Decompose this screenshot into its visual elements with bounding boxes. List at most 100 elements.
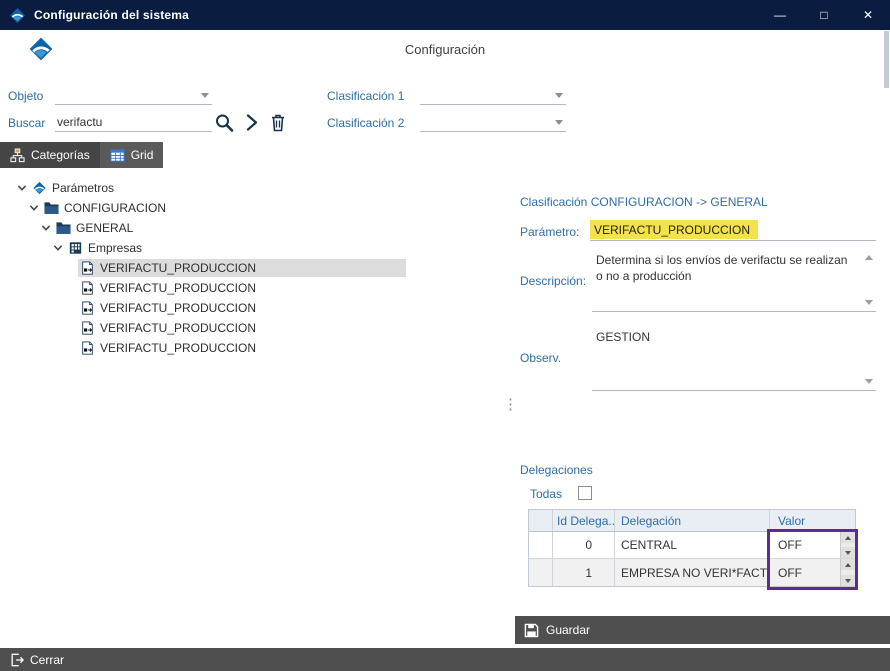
grid-icon [110, 148, 125, 163]
save-label: Guardar [546, 623, 591, 637]
next-icon[interactable] [242, 112, 262, 133]
header-id-delegacion[interactable]: Id Delega... [553, 510, 615, 531]
tree-expander-icon[interactable] [64, 322, 78, 334]
tree-node-label: VERIFACTU_PRODUCCION [100, 261, 257, 275]
tree-item[interactable]: VERIFACTU_PRODUCCION [8, 258, 406, 278]
spin-down-icon[interactable] [841, 547, 855, 558]
observ-field[interactable]: GESTION [592, 324, 876, 391]
trash-icon[interactable] [268, 112, 288, 133]
cerrar-button[interactable]: Cerrar [0, 648, 74, 671]
tree: Parámetros CONFIGURACION GENERAL Empresa… [8, 178, 406, 358]
scrollbar-thumb[interactable] [884, 31, 889, 88]
chevron-down-icon [555, 93, 563, 98]
row-selector-cell[interactable] [529, 559, 553, 586]
tab-categorias[interactable]: Categorías [0, 142, 100, 168]
parametro-value: VERIFACTU_PRODUCCION [590, 220, 759, 239]
delegations-table-header: Id Delega... Delegación Valor [529, 510, 855, 532]
tree-item[interactable]: VERIFACTU_PRODUCCION [8, 338, 406, 358]
tree-node-label: VERIFACTU_PRODUCCION [100, 281, 257, 295]
close-button[interactable]: ✕ [846, 0, 890, 30]
app-icon [9, 7, 26, 24]
chevron-down-icon[interactable] [865, 379, 873, 384]
clasificacion1-select[interactable] [420, 85, 566, 105]
chevron-down-icon [201, 93, 209, 98]
objeto-label: Objeto [8, 89, 44, 103]
todas-label: Todas [530, 487, 563, 501]
descripcion-value: Determina si los envíos de verifactu se … [596, 253, 848, 283]
cell-id: 1 [553, 559, 615, 586]
clasificacion1-value [420, 87, 422, 101]
logout-icon [10, 653, 24, 667]
tree-expander-icon[interactable] [64, 342, 78, 354]
header-delegacion[interactable]: Delegación [615, 510, 770, 531]
search-icon[interactable] [214, 112, 234, 133]
tree-item[interactable]: Parámetros [8, 178, 406, 198]
valor-text: OFF [778, 565, 802, 580]
tree-item[interactable]: VERIFACTU_PRODUCCION [8, 278, 406, 298]
tree-node-icon [32, 181, 47, 195]
tree-node-label: CONFIGURACION [64, 201, 166, 215]
tree-expander-icon[interactable] [52, 242, 66, 254]
minimize-button[interactable]: — [758, 0, 802, 30]
tree-expander-icon[interactable] [64, 282, 78, 294]
spin-down-icon[interactable] [841, 575, 855, 586]
cell-delegacion: EMPRESA NO VERI*FACTU [615, 559, 770, 586]
row-selector-cell[interactable] [529, 532, 553, 558]
tree-expander-icon[interactable] [64, 302, 78, 314]
objeto-select[interactable] [55, 85, 212, 105]
tree-node-icon [80, 261, 95, 275]
descripcion-label: Descripción: [520, 274, 587, 288]
tree-expander-icon[interactable] [64, 262, 78, 274]
cell-delegacion: CENTRAL [615, 532, 770, 558]
page-title: Configuración [404, 42, 486, 57]
tree-node-label: VERIFACTU_PRODUCCION [100, 301, 257, 315]
clasificacion1-label: Clasificación 1 [327, 89, 405, 103]
cell-id: 0 [553, 532, 615, 558]
valor-spinner [840, 532, 855, 558]
clasificacion2-value [420, 114, 422, 128]
search-input[interactable] [55, 112, 212, 132]
observ-value: GESTION [596, 330, 651, 344]
chevron-down-icon[interactable] [865, 300, 873, 305]
delegations-table: Id Delega... Delegación Valor 0 CENTRAL … [528, 509, 856, 587]
tree-node-label: GENERAL [76, 221, 134, 235]
tree-node-icon [80, 341, 95, 355]
cell-valor[interactable]: OFF [770, 559, 855, 586]
tree-node-icon [68, 241, 83, 255]
spin-up-icon[interactable] [841, 559, 855, 570]
window-title: Configuración del sistema [34, 8, 190, 22]
spin-up-icon[interactable] [841, 532, 855, 543]
tree-expander-icon[interactable] [40, 222, 54, 234]
tree-node-icon [80, 301, 95, 315]
parametro-field[interactable]: VERIFACTU_PRODUCCION [590, 220, 876, 241]
descripcion-field[interactable]: Determina si los envíos de verifactu se … [592, 247, 876, 312]
tab-grid[interactable]: Grid [99, 142, 164, 168]
valor-text: OFF [778, 538, 802, 552]
table-row[interactable]: 0 CENTRAL OFF [529, 532, 855, 559]
view-tabs: Categorías Grid [0, 142, 164, 168]
clasificacion2-select[interactable] [420, 112, 566, 132]
tab-grid-label: Grid [130, 148, 154, 162]
table-row[interactable]: 1 EMPRESA NO VERI*FACTU OFF [529, 559, 855, 586]
valor-spinner [840, 559, 855, 586]
maximize-button[interactable]: □ [802, 0, 846, 30]
splitter-handle[interactable] [503, 395, 513, 417]
tree-item[interactable]: GENERAL [8, 218, 406, 238]
org-chart-icon [10, 147, 25, 163]
tree-expander-icon[interactable] [28, 202, 42, 214]
observ-label: Observ. [520, 351, 562, 365]
todas-checkbox[interactable] [578, 486, 592, 500]
tree-item[interactable]: Empresas [8, 238, 406, 258]
header-valor[interactable]: Valor [770, 510, 855, 531]
tree-node-label: Empresas [88, 241, 143, 255]
scroll-up-icon[interactable] [865, 255, 873, 260]
header-gutter-cell [529, 510, 553, 531]
tree-node-label: VERIFACTU_PRODUCCION [100, 321, 257, 335]
titlebar: Configuración del sistema — □ ✕ [0, 0, 890, 30]
tree-item[interactable]: VERIFACTU_PRODUCCION [8, 318, 406, 338]
save-button[interactable]: Guardar [515, 616, 890, 644]
tree-expander-icon[interactable] [16, 182, 30, 194]
tree-item[interactable]: VERIFACTU_PRODUCCION [8, 298, 406, 318]
tree-item[interactable]: CONFIGURACION [8, 198, 406, 218]
cell-valor[interactable]: OFF [770, 532, 855, 558]
